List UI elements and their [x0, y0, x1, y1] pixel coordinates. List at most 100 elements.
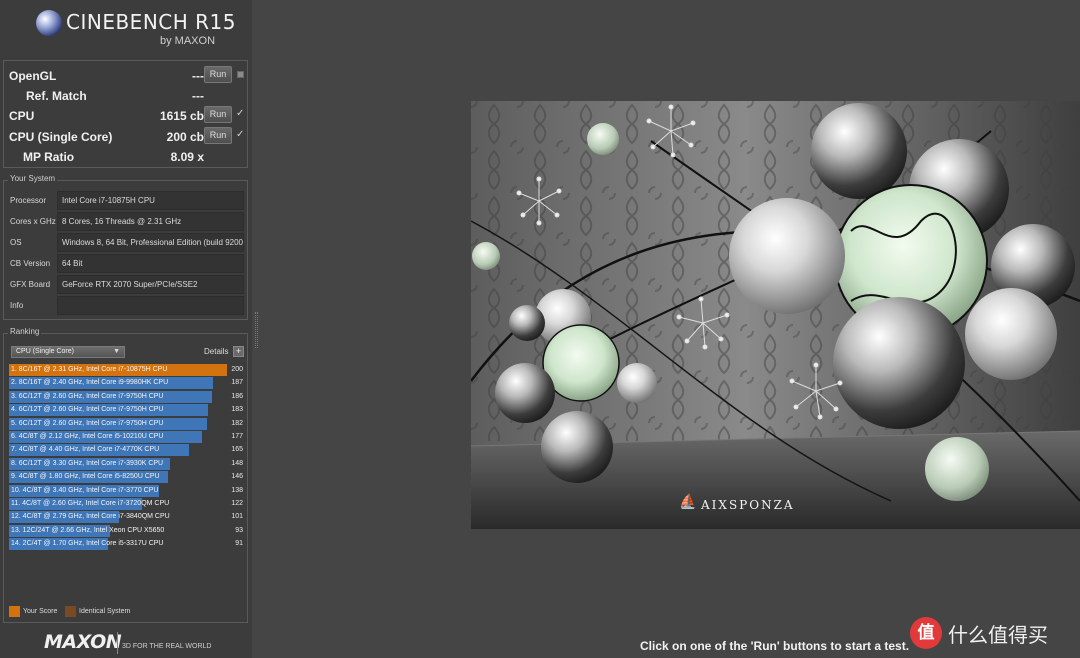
ranking-score: 91 — [235, 540, 243, 548]
legend-label: Identical System — [79, 608, 131, 615]
your-system-panel: Your System Processor Intel Core i7-1087… — [3, 174, 249, 320]
system-label: Processor — [10, 196, 47, 205]
ranking-score: 93 — [235, 526, 243, 534]
details-toggle-button[interactable]: + — [233, 346, 244, 357]
system-label: Info — [10, 301, 24, 310]
ranking-row[interactable]: 6. 4C/8T @ 2.12 GHz, Intel Core i5-10210… — [9, 431, 243, 443]
ranking-label: 14. 2C/4T @ 1.70 GHz, Intel Core i5-3317… — [11, 540, 164, 548]
score-label: Ref. Match — [26, 89, 87, 103]
score-label: CPU — [9, 109, 35, 123]
ranking-score: 177 — [231, 433, 243, 440]
score-value: 200 cb — [166, 130, 204, 144]
run-cpu-single-button[interactable]: Run — [204, 127, 232, 144]
ranking-label: 12. 4C/8T @ 2.79 GHz, Intel Core i7-3840… — [11, 513, 170, 521]
your-system-title: Your System — [8, 174, 58, 183]
ranking-score: 182 — [231, 419, 243, 427]
ranking-score: 138 — [231, 486, 243, 494]
ranking-score: 146 — [231, 473, 243, 481]
system-label: Cores x GHz — [10, 217, 56, 226]
ranking-title: Ranking — [8, 327, 42, 336]
system-row-gfx: GFX Board GeForce RTX 2070 Super/PCIe/SS… — [4, 275, 249, 294]
system-value[interactable]: GeForce RTX 2070 Super/PCIe/SSE2 — [57, 275, 244, 294]
score-value: --- — [192, 89, 204, 103]
score-value: 8.09 x — [170, 150, 204, 164]
panel-splitter-handle[interactable] — [255, 312, 258, 348]
system-value[interactable]: Windows 8, 64 Bit, Professional Edition … — [57, 233, 244, 252]
ranking-legend: Your Score Identical System — [9, 606, 239, 618]
system-label: CB Version — [10, 259, 51, 268]
your-score-swatch — [9, 606, 20, 617]
system-row-cb-version: CB Version 64 Bit — [4, 254, 249, 273]
ranking-score: 187 — [231, 379, 243, 387]
left-panel: CINEBENCH R15 by MAXON OpenGL --- Run Re… — [0, 0, 252, 658]
ranking-row[interactable]: 10. 4C/8T @ 3.40 GHz, Intel Core i7-3770… — [9, 484, 243, 497]
run-opengl-button[interactable]: Run — [204, 66, 232, 83]
ranking-label: 6. 4C/8T @ 2.12 GHz, Intel Core i5-10210… — [11, 433, 164, 440]
system-row-cores: Cores x GHz 8 Cores, 16 Threads @ 2.31 G… — [4, 212, 249, 231]
check-icon: ✓ — [236, 129, 245, 140]
ranking-row[interactable]: 1. 8C/16T @ 2.31 GHz, Intel Core i7-1087… — [9, 364, 243, 376]
ranking-label: 4. 6C/12T @ 2.60 GHz, Intel Core i7-9750… — [11, 406, 164, 414]
ranking-row[interactable]: 13. 12C/24T @ 2.66 GHz, Intel Xeon CPU X… — [9, 524, 243, 537]
ranking-label: 2. 8C/16T @ 2.40 GHz, Intel Core i9-9980… — [11, 379, 169, 387]
chevron-down-icon: ▼ — [113, 348, 120, 355]
score-row-mp-ratio: MP Ratio 8.09 x — [4, 147, 249, 167]
aixsponza-logo: AIXSPONZA — [701, 498, 795, 512]
ranking-row[interactable]: 4. 6C/12T @ 2.60 GHz, Intel Core i7-9750… — [9, 404, 243, 417]
ranking-label: 11. 4C/8T @ 2.60 GHz, Intel Core i7-3720… — [11, 500, 170, 507]
scores-panel: OpenGL --- Run Ref. Match --- CPU 1615 c… — [3, 60, 248, 168]
score-value: --- — [192, 69, 204, 83]
footer-tagline: 3D FOR THE REAL WORLD — [122, 643, 212, 650]
system-label: OS — [10, 238, 22, 247]
ranking-label: 7. 4C/8T @ 4.40 GHz, Intel Core i7-4770K… — [11, 446, 160, 454]
ranking-label: 10. 4C/8T @ 3.40 GHz, Intel Core i7-3770… — [11, 486, 159, 494]
score-value: 1615 cb — [159, 109, 204, 123]
ranking-row[interactable]: 7. 4C/8T @ 4.40 GHz, Intel Core i7-4770K… — [9, 444, 243, 457]
system-value[interactable]: 64 Bit — [57, 254, 244, 273]
score-row-opengl: OpenGL --- Run — [4, 66, 249, 86]
aixsponza-mark-icon: ⛵ — [679, 493, 697, 509]
score-row-cpu-single: CPU (Single Core) 200 cb Run ✓ — [4, 127, 249, 147]
ranking-row[interactable]: 14. 2C/4T @ 1.70 GHz, Intel Core i5-3317… — [9, 538, 243, 551]
status-message: Click on one of the 'Run' buttons to sta… — [640, 639, 910, 653]
ranking-row[interactable]: 8. 6C/12T @ 3.30 GHz, Intel Core i7-3930… — [9, 457, 243, 470]
run-cpu-button[interactable]: Run — [204, 106, 232, 123]
score-row-cpu: CPU 1615 cb Run ✓ — [4, 106, 249, 126]
legend-label: Your Score — [23, 608, 58, 615]
ranking-label: 3. 6C/12T @ 2.60 GHz, Intel Core i7-9750… — [11, 392, 164, 400]
ranking-label: 8. 6C/12T @ 3.30 GHz, Intel Core i7-3930… — [11, 459, 164, 467]
identical-system-swatch — [65, 606, 76, 617]
system-value[interactable]: Intel Core i7-10875H CPU — [57, 191, 244, 210]
ranking-score: 186 — [231, 392, 243, 400]
ranking-label: 5. 6C/12T @ 2.60 GHz, Intel Core i7-9750… — [11, 419, 164, 427]
ranking-label: 1. 8C/16T @ 2.31 GHz, Intel Core i7-1087… — [11, 366, 168, 373]
ranking-row[interactable]: 3. 6C/12T @ 2.60 GHz, Intel Core i7-9750… — [9, 390, 243, 403]
ranking-score: 101 — [231, 513, 243, 521]
ranking-panel: Ranking CPU (Single Core) ▼ Details + 1.… — [3, 327, 248, 623]
watermark: 值 什么值得买 — [908, 615, 1080, 653]
system-row-processor: Processor Intel Core i7-10875H CPU — [4, 191, 249, 210]
app-title: CINEBENCH R15 — [66, 10, 236, 34]
system-value[interactable]: 8 Cores, 16 Threads @ 2.31 GHz — [57, 212, 244, 231]
cinebench-sphere-icon — [36, 10, 62, 36]
score-label: MP Ratio — [23, 150, 75, 164]
ranking-row[interactable]: 11. 4C/8T @ 2.60 GHz, Intel Core i7-3720… — [9, 498, 243, 510]
stop-box-icon — [237, 71, 244, 78]
watermark-badge-icon: 值 — [910, 617, 942, 649]
ranking-select-value: CPU (Single Core) — [16, 348, 74, 355]
system-label: GFX Board — [10, 280, 51, 289]
ranking-row[interactable]: 2. 8C/16T @ 2.40 GHz, Intel Core i9-9980… — [9, 377, 243, 390]
footer-divider — [117, 632, 118, 654]
ranking-row[interactable]: 12. 4C/8T @ 2.79 GHz, Intel Core i7-3840… — [9, 511, 243, 524]
watermark-text: 什么值得买 — [948, 623, 1048, 647]
ranking-row[interactable]: 5. 6C/12T @ 2.60 GHz, Intel Core i7-9750… — [9, 417, 243, 430]
ranking-type-select[interactable]: CPU (Single Core) ▼ — [11, 346, 125, 358]
info-field[interactable] — [57, 296, 244, 315]
details-label: Details — [204, 347, 229, 356]
ranking-score: 200 — [231, 366, 243, 373]
check-icon: ✓ — [236, 108, 245, 119]
ranking-row[interactable]: 9. 4C/8T @ 1.80 GHz, Intel Core i5-8250U… — [9, 471, 243, 484]
render-image — [471, 101, 1080, 529]
score-label: CPU (Single Core) — [9, 130, 113, 144]
ranking-label: 9. 4C/8T @ 1.80 GHz, Intel Core i5-8250U… — [11, 473, 160, 481]
